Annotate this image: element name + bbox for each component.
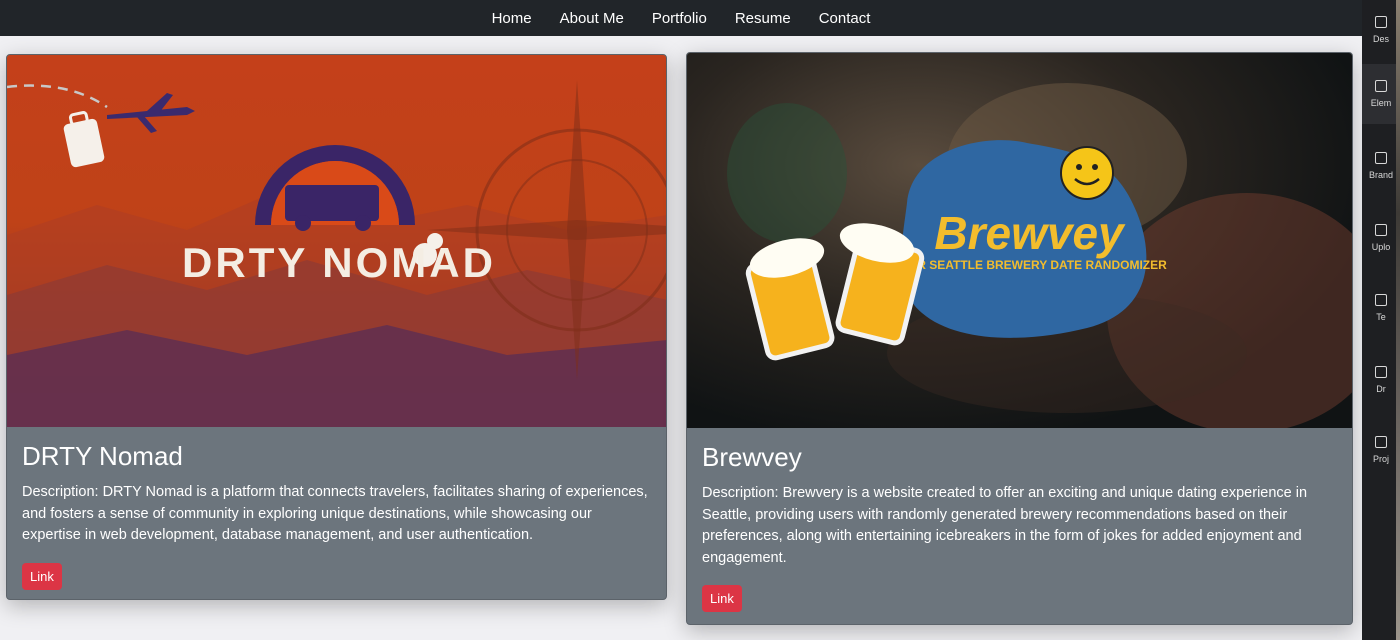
airplane-icon	[107, 93, 195, 133]
drty-nomad-title: DRTY Nomad	[22, 441, 183, 471]
side-item-brand[interactable]: Brand	[1362, 136, 1400, 196]
side-item-text[interactable]: Te	[1362, 278, 1400, 338]
brewvey-logo-art: Brewvey YOUR SEATTLE BREWERY DATE RANDOM…	[727, 83, 1352, 428]
brewvey-description: Description: Brewvery is a website creat…	[702, 485, 1308, 566]
suitcase-icon	[63, 111, 105, 168]
brewvey-body: Brewvey Description: Brewvery is a websi…	[687, 428, 1352, 624]
nav-about-me[interactable]: About Me	[560, 10, 624, 27]
brewvey-logo-subtext: YOUR SEATTLE BREWERY DATE RANDOMIZER	[891, 258, 1167, 272]
brewvey-title: Brewvey	[702, 442, 802, 472]
drty-nomad-body: DRTY Nomad Description: DRTY Nomad is a …	[7, 427, 666, 599]
side-item-label: Elem	[1370, 98, 1392, 108]
portfolio-page: DRTY NOMAD DRTY Nomad Description: DRTY …	[0, 36, 1362, 640]
nav-resume[interactable]: Resume	[735, 10, 791, 27]
side-item-label: Dr	[1376, 384, 1386, 394]
nav-home[interactable]: Home	[492, 10, 532, 27]
text-icon	[1375, 294, 1387, 306]
side-item-label: Proj	[1372, 454, 1389, 464]
side-item-draw[interactable]: Dr	[1362, 350, 1400, 410]
side-item-uploads[interactable]: Uplo	[1362, 208, 1400, 268]
brewvey-logo-text: Brewvey	[934, 207, 1126, 259]
side-item-label: Brand	[1368, 170, 1394, 180]
draw-icon	[1375, 366, 1387, 378]
brewvey-image: Brewvey YOUR SEATTLE BREWERY DATE RANDOM…	[687, 53, 1352, 428]
side-panel: Des Elem Brand Uplo Te Dr Proj	[1362, 0, 1400, 640]
drty-nomad-image: DRTY NOMAD	[7, 55, 666, 427]
design-icon	[1375, 16, 1387, 28]
side-item-elements[interactable]: Elem	[1362, 64, 1400, 124]
projects-icon	[1375, 436, 1387, 448]
drty-nomad-logo-art: DRTY NOMAD	[7, 80, 666, 427]
side-item-projects[interactable]: Proj	[1362, 420, 1400, 480]
drty-nomad-link-button[interactable]: Link	[22, 562, 62, 590]
elements-icon	[1375, 80, 1387, 92]
upload-icon	[1375, 224, 1387, 236]
project-card-brewvey: Brewvey YOUR SEATTLE BREWERY DATE RANDOM…	[686, 52, 1353, 625]
nav-portfolio[interactable]: Portfolio	[652, 10, 707, 27]
drty-nomad-logo-text: DRTY NOMAD	[182, 239, 496, 286]
side-item-label: Te	[1376, 312, 1386, 322]
top-navbar: Home About Me Portfolio Resume Contact	[0, 0, 1362, 36]
drty-nomad-description: Description: DRTY Nomad is a platform th…	[22, 484, 648, 543]
side-item-label: Des	[1372, 34, 1389, 44]
side-item-design[interactable]: Des	[1362, 0, 1400, 60]
nav-contact[interactable]: Contact	[819, 10, 871, 27]
side-item-label: Uplo	[1371, 242, 1391, 252]
project-card-drty-nomad: DRTY NOMAD DRTY Nomad Description: DRTY …	[6, 54, 667, 600]
brewvey-link-button[interactable]: Link	[702, 585, 742, 612]
background-strip	[1396, 0, 1400, 640]
brand-icon	[1375, 152, 1387, 164]
